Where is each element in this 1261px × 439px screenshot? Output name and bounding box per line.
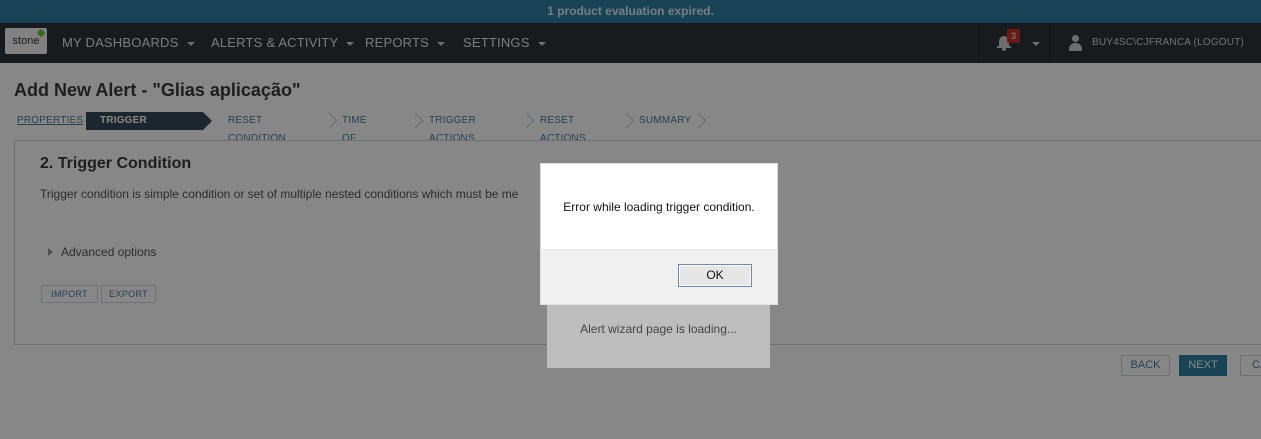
dialog-footer: OK <box>541 249 777 304</box>
error-dialog: Error while loading trigger condition. O… <box>540 163 778 305</box>
ok-button[interactable]: OK <box>678 264 752 287</box>
error-message: Error while loading trigger condition. <box>563 200 755 214</box>
